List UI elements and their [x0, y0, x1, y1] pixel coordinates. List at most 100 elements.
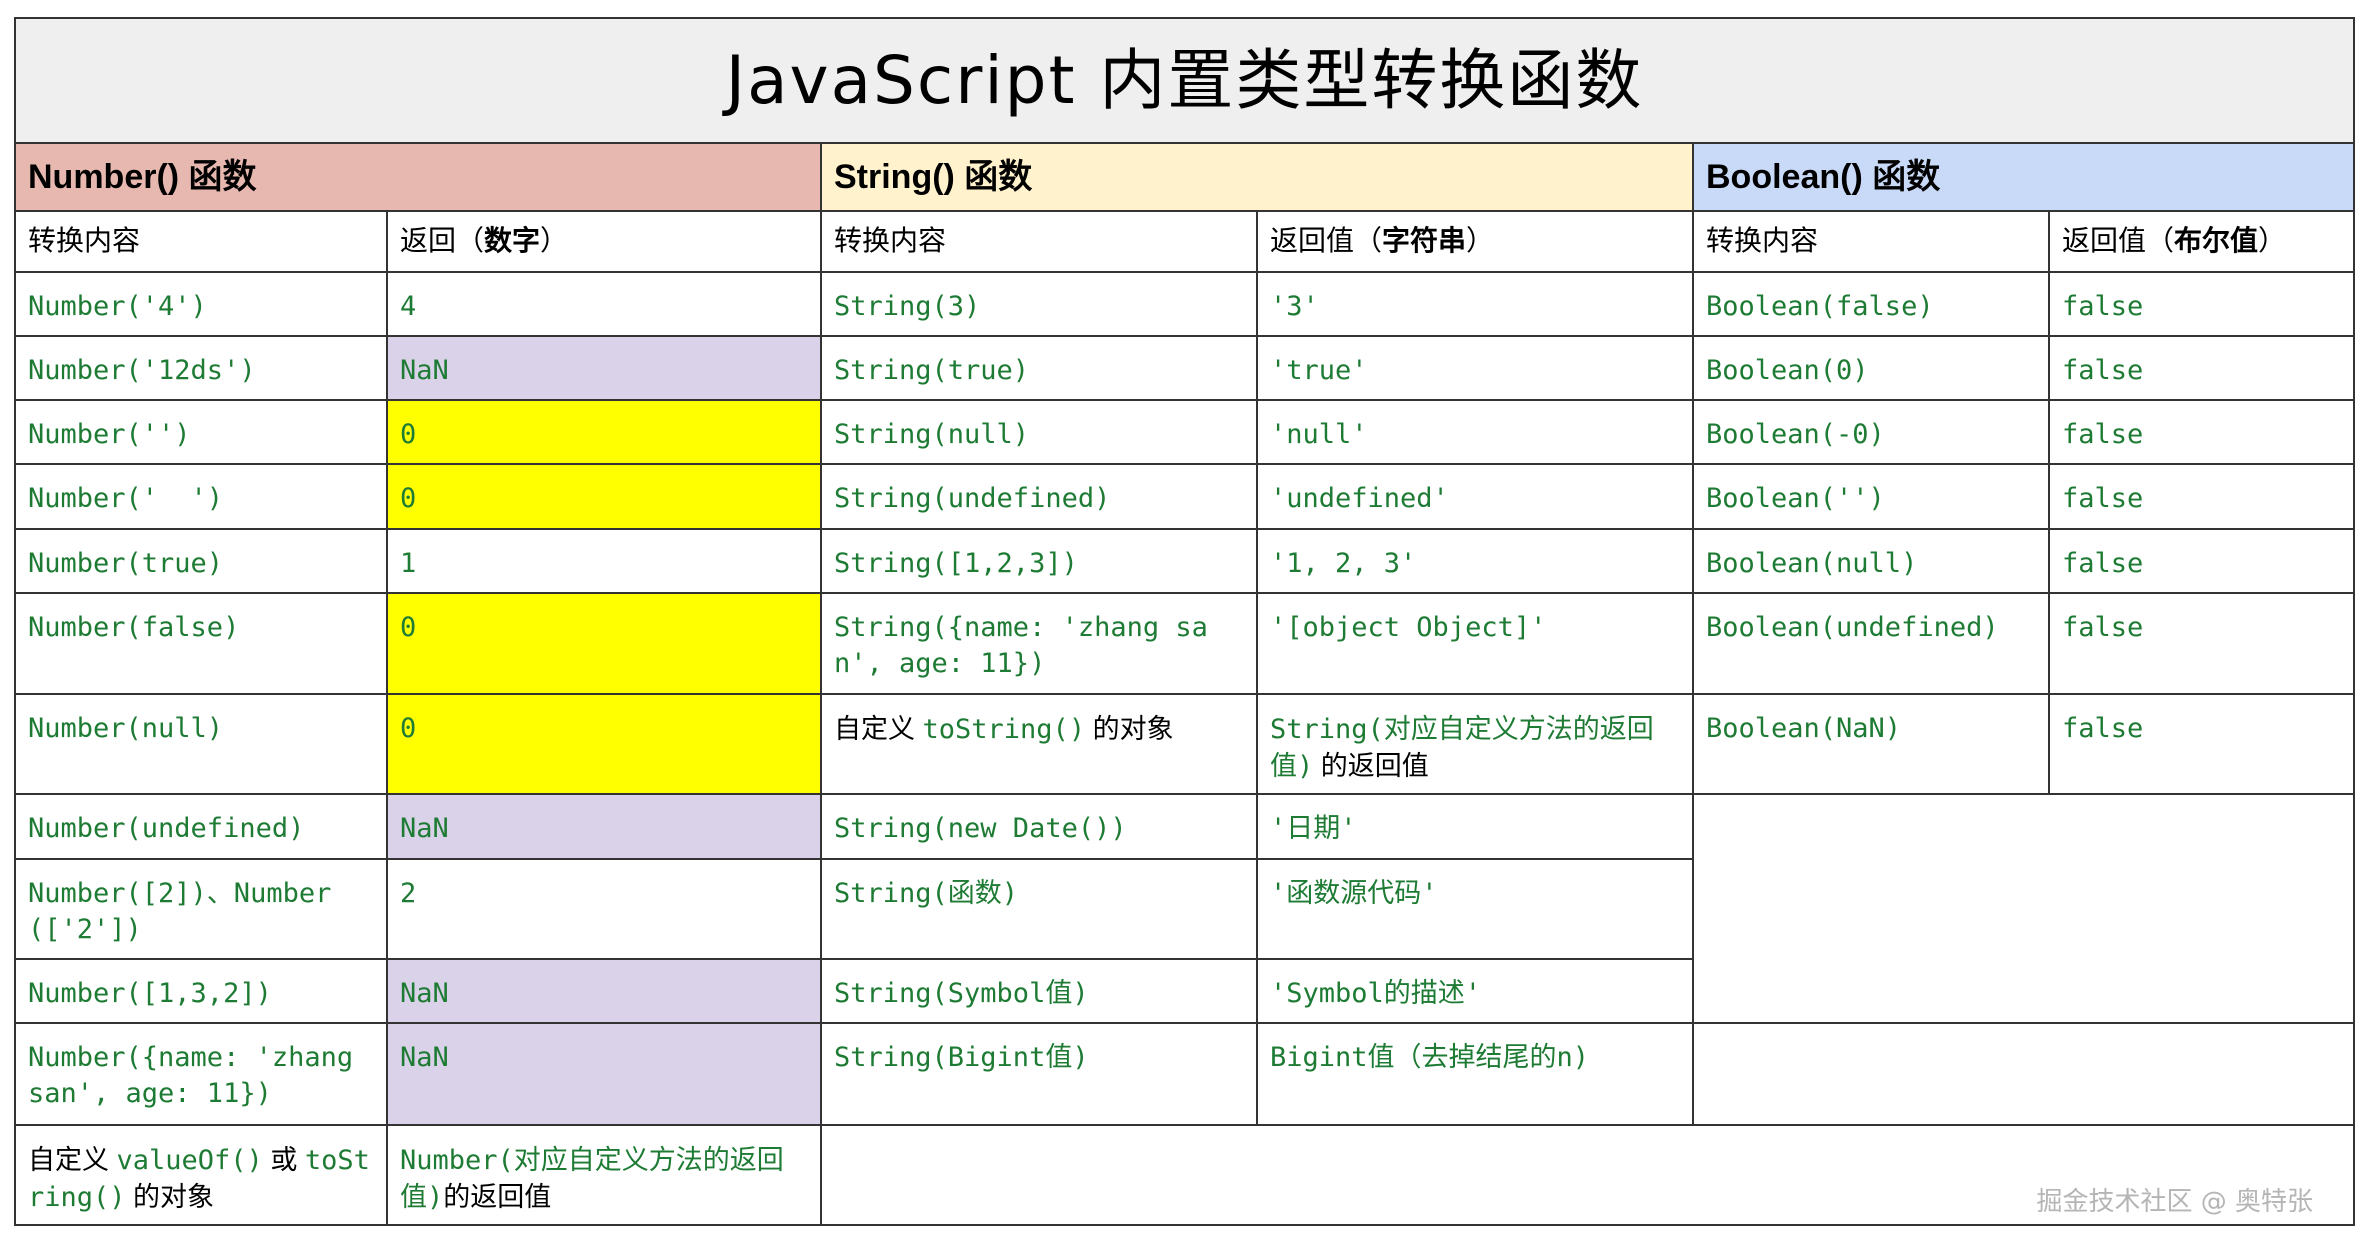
- number-result-cell: 0: [386, 591, 822, 696]
- number-result-cell: 0: [386, 399, 822, 466]
- number-input-cell: Number([1,3,2]): [14, 958, 388, 1025]
- string-result-cell: '[object Object]': [1256, 591, 1694, 696]
- number-col-input-header: 转换内容: [14, 209, 388, 273]
- string-input-cell: String(null): [820, 399, 1258, 466]
- watermark: 掘金技术社区 @ 奥特张: [2036, 1187, 2313, 1217]
- number-result-cell: 0: [386, 463, 822, 530]
- boolean-result-cell: false: [2047, 399, 2356, 466]
- table-row: Number(false) 0 String({name: 'zhang san…: [14, 591, 2356, 696]
- number-col-result-bold: 数字: [484, 225, 541, 257]
- boolean-input-cell: Boolean(0): [1692, 335, 2050, 402]
- table-row: Number('12ds') NaN String(true) 'true' B…: [14, 335, 2356, 402]
- string-input-cell: String(undefined): [820, 463, 1258, 530]
- string-input-cell: String(函数): [820, 857, 1258, 961]
- number-input-cell: Number([2])、Number(['2']): [14, 857, 388, 961]
- number-col-result-suffix: ）: [540, 225, 569, 257]
- number-result-cell: NaN: [386, 335, 822, 402]
- boolean-result-cell: false: [2047, 527, 2356, 594]
- string-input-cell: String(new Date()): [820, 793, 1258, 860]
- number-result-suffix: 的返回值: [443, 1181, 552, 1212]
- number-result-cell: NaN: [386, 1022, 822, 1126]
- number-input-cell: Number(null): [14, 693, 388, 796]
- number-input-cell: Number(true): [14, 527, 388, 594]
- number-result-cell: 0: [386, 693, 822, 796]
- conversion-table-sheet: JavaScript 内置类型转换函数 Number() 函数 String()…: [13, 16, 2356, 1227]
- boolean-input-cell: Boolean(NaN): [1692, 693, 2050, 796]
- number-result-cell: 2: [386, 857, 822, 961]
- string-result-cell: '函数源代码': [1256, 857, 1694, 961]
- table-row: Number(true) 1 String([1,2,3]) '1, 2, 3'…: [14, 527, 2356, 594]
- string-result-cell: '3': [1256, 270, 1694, 338]
- string-input-prefix: 自定义: [834, 714, 923, 745]
- table-row: Number({name: 'zhang san', age: 11}) NaN…: [14, 1022, 2356, 1126]
- number-input-mid: 或: [262, 1144, 305, 1175]
- number-input-cell: Number({name: 'zhang san', age: 11}): [14, 1022, 388, 1126]
- number-col-result-header: 返回（数字）: [386, 209, 822, 273]
- string-input-cell: String([1,2,3]): [820, 527, 1258, 594]
- table-row: Number('4') 4 String(3) '3' Boolean(fals…: [14, 270, 2356, 338]
- number-input-suffix: 的对象: [125, 1181, 215, 1212]
- string-col-result-header: 返回值（字符串）: [1256, 209, 1694, 273]
- string-input-cell: String(true): [820, 335, 1258, 402]
- string-result-cell: Bigint值（去掉结尾的n): [1256, 1022, 1694, 1126]
- number-input-cell: Number(''): [14, 399, 388, 466]
- boolean-input-cell: Boolean(false): [1692, 270, 2050, 338]
- boolean-result-cell: false: [2047, 591, 2356, 696]
- number-input-cell: Number('12ds'): [14, 335, 388, 402]
- number-input-cell: Number(' '): [14, 463, 388, 530]
- string-result-cell: 'null': [1256, 399, 1694, 466]
- string-col-result-bold: 字符串: [1382, 225, 1467, 257]
- string-section-header: String() 函数: [820, 142, 1694, 212]
- boolean-col-result-header: 返回值（布尔值）: [2047, 209, 2356, 273]
- number-input-cell: 自定义 valueOf() 或 toString() 的对象: [14, 1123, 388, 1227]
- string-input-cell: String({name: 'zhang san', age: 11}): [820, 591, 1258, 696]
- string-input-cell: 自定义 toString() 的对象: [820, 693, 1258, 796]
- string-col-result-prefix: 返回值（: [1270, 225, 1383, 257]
- boolean-col-result-bold: 布尔值: [2174, 225, 2259, 257]
- number-result-cell: NaN: [386, 793, 822, 860]
- number-result-cell: 1: [386, 527, 822, 594]
- string-col-result-suffix: ）: [1466, 225, 1495, 257]
- string-input-cell: String(3): [820, 270, 1258, 338]
- conversion-table: JavaScript 内置类型转换函数 Number() 函数 String()…: [13, 16, 2356, 1227]
- table-row: Number(null) 0 自定义 toString() 的对象 String…: [14, 693, 2356, 796]
- table-row: Number('') 0 String(null) 'null' Boolean…: [14, 399, 2356, 466]
- string-input-cell: String(Symbol值): [820, 958, 1258, 1025]
- boolean-input-cell: Boolean(null): [1692, 527, 2050, 594]
- boolean-result-cell: false: [2047, 693, 2356, 796]
- boolean-col-result-prefix: 返回值（: [2062, 225, 2175, 257]
- string-result-cell: '1, 2, 3': [1256, 527, 1694, 594]
- boolean-empty-cell: [1691, 1022, 2356, 1126]
- string-result-cell: 'true': [1256, 335, 1694, 402]
- number-input-cell: Number(false): [14, 591, 388, 696]
- page-title: JavaScript 内置类型转换函数: [13, 16, 2356, 145]
- boolean-result-cell: false: [2047, 270, 2356, 338]
- number-input-prefix: 自定义: [28, 1144, 117, 1175]
- string-result-cell: String(对应自定义方法的返回值) 的返回值: [1256, 693, 1694, 796]
- number-result-cell: NaN: [386, 958, 822, 1025]
- boolean-col-result-suffix: ）: [2258, 225, 2287, 257]
- string-result-cell: 'undefined': [1256, 463, 1694, 530]
- boolean-result-cell: false: [2047, 335, 2356, 402]
- boolean-col-input-header: 转换内容: [1692, 209, 2050, 273]
- boolean-input-cell: Boolean(''): [1692, 463, 2050, 530]
- boolean-result-cell: false: [2047, 463, 2356, 530]
- number-result-cell: 4: [386, 270, 822, 338]
- string-result-cell: '日期': [1256, 793, 1694, 860]
- string-result-cell: 'Symbol的描述': [1256, 958, 1694, 1025]
- boolean-input-cell: Boolean(undefined): [1692, 591, 2050, 696]
- boolean-input-cell: Boolean(-0): [1692, 399, 2050, 466]
- boolean-empty-area: [1691, 793, 2356, 1024]
- number-result-cell: Number(对应自定义方法的返回值)的返回值: [386, 1123, 822, 1227]
- string-input-suffix: 的对象: [1085, 714, 1174, 745]
- number-col-result-prefix: 返回（: [400, 225, 485, 257]
- string-result-suffix: 的返回值: [1313, 751, 1429, 782]
- number-input-cell: Number('4'): [14, 270, 388, 338]
- number-input-cell: Number(undefined): [14, 793, 388, 860]
- table-row: 自定义 valueOf() 或 toString() 的对象 Number(对应…: [14, 1123, 2356, 1227]
- boolean-section-header: Boolean() 函数: [1691, 142, 2356, 212]
- number-section-header: Number() 函数: [14, 142, 822, 212]
- table-row: Number(undefined) NaN String(new Date())…: [14, 793, 2356, 1024]
- string-input-cell: String(Bigint值): [820, 1022, 1258, 1126]
- table-row: Number(' ') 0 String(undefined) 'undefin…: [14, 463, 2356, 530]
